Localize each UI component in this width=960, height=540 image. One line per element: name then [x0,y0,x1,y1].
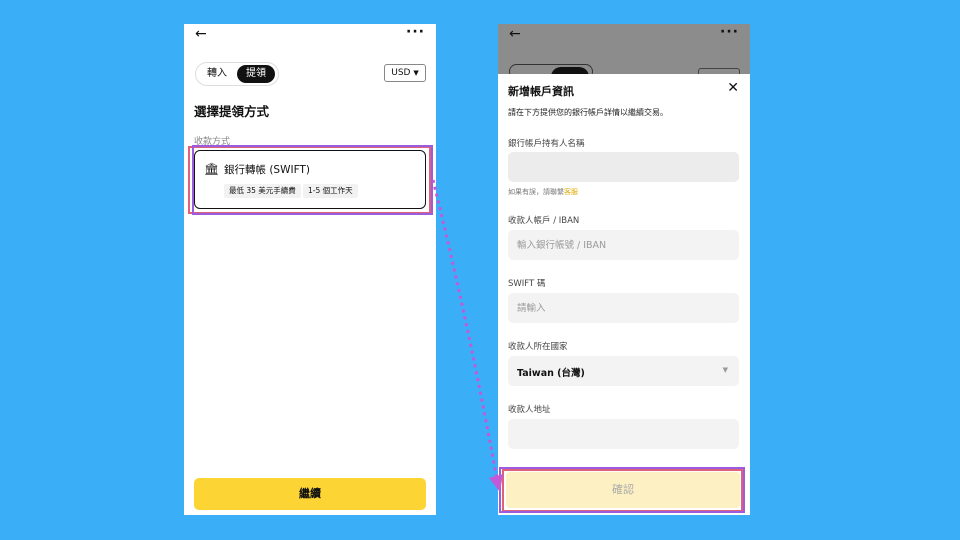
holder-name-label: 銀行帳戶持有人名稱 [508,139,585,149]
country-select[interactable]: Taiwan (台灣) ▼ [508,356,739,386]
country-label: 收款人所在國家 [508,342,568,352]
holder-name-hint: 如果有誤，請聯繫客服 [508,187,578,197]
more-icon: ··· [720,24,739,40]
arrow-left-icon: ← [509,26,521,42]
hint-text: 如果有誤，請聯繫 [508,188,564,196]
page-title: 選擇提領方式 [194,104,270,119]
highlight-box-purple [192,145,433,215]
close-icon[interactable]: ✕ [727,80,739,96]
iban-label: 收款人帳戶 / IBAN [508,216,580,226]
swift-label: SWIFT 碼 [508,279,546,289]
withdraw-method-screen: ← ··· 轉入 提領 USD ▼ 選擇提領方式 收款方式 🏛 銀行轉帳 (SW… [184,24,436,515]
more-icon[interactable]: ··· [406,24,425,40]
bottom-sheet: 新增帳戶資訊 ✕ 請在下方提供您的銀行帳戶詳情以繼續交易。 銀行帳戶持有人名稱 … [498,74,750,515]
top-bar: ← ··· [184,24,436,46]
currency-selector[interactable]: USD ▼ [384,64,426,82]
dotted-arrow [431,179,503,492]
add-account-screen: ← ··· 新增帳戶資訊 ✕ 請在下方提供您的銀行帳戶詳情以繼續交易。 銀行帳戶… [498,24,750,515]
tab-group: 轉入 提領 [195,62,279,86]
dimmed-overlay: ← ··· [498,24,750,79]
currency-label: USD [391,68,411,78]
highlight-box-purple-confirm [499,467,745,513]
address-label: 收款人地址 [508,405,551,415]
tab-withdraw[interactable]: 提領 [237,65,275,83]
address-input[interactable] [508,419,739,449]
sheet-title: 新增帳戶資訊 [508,85,574,98]
caret-down-icon: ▼ [722,366,728,374]
iban-input[interactable] [508,230,739,260]
caret-down-icon: ▼ [413,69,419,77]
country-value: Taiwan (台灣) [517,368,585,379]
tab-deposit[interactable]: 轉入 [202,65,232,83]
support-link[interactable]: 客服 [564,188,578,196]
holder-name-field [508,152,739,182]
continue-button[interactable]: 繼續 [194,478,426,510]
arrow-left-icon[interactable]: ← [195,26,207,42]
swift-input[interactable] [508,293,739,323]
sheet-description: 請在下方提供您的銀行帳戶詳情以繼續交易。 [508,108,668,117]
